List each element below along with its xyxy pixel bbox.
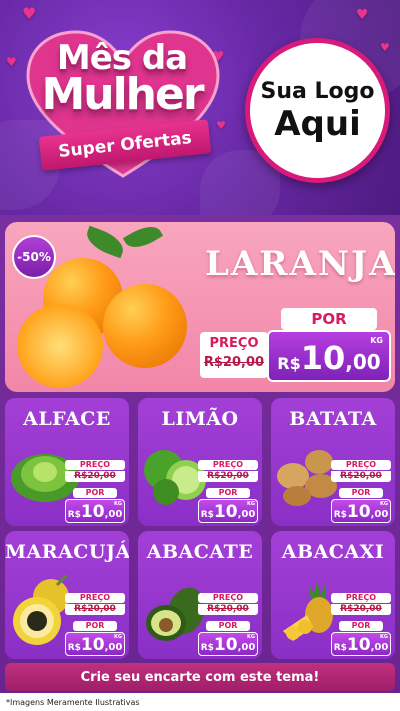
price-unit: KG [370, 336, 383, 345]
orange-half-icon [17, 304, 103, 388]
product-price: R$ 10 ,00 KG [65, 632, 125, 656]
leaf-icon [122, 222, 164, 254]
product-name: ALFACE [23, 408, 111, 430]
price-unit: KG [247, 501, 255, 507]
price-integer: 10 [213, 502, 238, 522]
price-currency: R$ [67, 510, 81, 520]
featured-price: R$ 10 ,00 KG [267, 330, 391, 382]
heart-icon: ♥ [22, 4, 37, 23]
por-label: POR [206, 621, 250, 631]
preco-label: PREÇO [65, 460, 125, 470]
product-name: MARACUJÁ [5, 541, 129, 563]
por-label: POR [206, 488, 250, 498]
price-integer: 10 [346, 635, 371, 655]
price-tags: PREÇO R$20,00 POR R$ 10 ,00 KG [331, 460, 391, 523]
price-currency: R$ [200, 510, 214, 520]
product-card[interactable]: MARACUJÁ PREÇO R$20,00 POR R$ 10 ,00 KG [5, 531, 129, 659]
product-card[interactable]: LIMÃO PREÇO R$20,00 POR R$ 10 ,00 KG [138, 398, 262, 526]
orange-icon [103, 284, 187, 368]
price-integer: 10 [213, 635, 238, 655]
featured-product-card[interactable]: LARANJA PREÇO R$20,00 POR R$ 10 ,00 KG [5, 222, 395, 392]
price-decimal: ,00 [237, 642, 256, 653]
title-line2: Mulher [41, 69, 204, 120]
old-price: R$20,00 [331, 471, 391, 482]
price-decimal: ,00 [104, 642, 123, 653]
preco-label: PREÇO [198, 460, 258, 470]
old-price-tag: PREÇO R$20,00 [200, 332, 268, 378]
por-label: POR [73, 621, 117, 631]
product-price: R$ 10 ,00 KG [331, 632, 391, 656]
price-tags: PREÇO R$20,00 POR R$ 10 ,00 KG [198, 593, 258, 656]
price-tags: PREÇO R$20,00 POR R$ 10 ,00 KG [65, 593, 125, 656]
preco-label: PREÇO [331, 460, 391, 470]
preco-label: PREÇO [65, 593, 125, 603]
price-tags: PREÇO R$20,00 POR R$ 10 ,00 KG [331, 593, 391, 656]
cta-banner[interactable]: Crie seu encarte com este tema! [5, 663, 395, 691]
por-label: POR [281, 308, 377, 330]
preco-label: PREÇO [209, 336, 259, 351]
disclaimer-text: *Imagens Meramente Ilustrativas [6, 697, 140, 707]
price-integer: 10 [346, 502, 371, 522]
heart-icon: ♥ [380, 41, 390, 54]
old-price: R$20,00 [65, 604, 125, 615]
price-currency: R$ [277, 354, 301, 373]
price-currency: R$ [67, 643, 81, 653]
footer-disclaimer: *Imagens Meramente Ilustrativas [0, 693, 400, 711]
product-name: BATATA [289, 408, 377, 430]
price-integer: 10 [300, 339, 346, 377]
logo-placeholder[interactable]: Sua Logo Aqui [245, 38, 390, 183]
price-currency: R$ [200, 643, 214, 653]
old-price: R$20,00 [198, 471, 258, 482]
old-price: R$20,00 [331, 604, 391, 615]
price-unit: KG [380, 634, 388, 640]
product-price: R$ 10 ,00 KG [65, 499, 125, 523]
product-name: LIMÃO [161, 408, 239, 430]
price-decimal: ,00 [370, 509, 389, 520]
logo-line2: Aqui [274, 103, 361, 144]
price-decimal: ,00 [370, 642, 389, 653]
cta-label: Crie seu encarte com este tema! [80, 669, 320, 685]
preco-label: PREÇO [331, 593, 391, 603]
campaign-title: Mês da Mulher [12, 40, 232, 120]
price-tags: PREÇO R$20,00 POR R$ 10 ,00 KG [198, 460, 258, 523]
discount-badge: -50% [12, 235, 56, 279]
leaf-icon [82, 225, 128, 259]
price-unit: KG [114, 634, 122, 640]
product-card[interactable]: ABACAXI PREÇO R$20,00 POR R$ 10 ,00 KG [271, 531, 395, 659]
heart-icon: ♥ [356, 7, 369, 23]
product-card[interactable]: ABACATE PREÇO R$20,00 POR R$ 10 ,00 KG [138, 531, 262, 659]
por-label: POR [339, 488, 383, 498]
price-unit: KG [247, 634, 255, 640]
old-price: R$20,00 [198, 604, 258, 615]
price-tags: PREÇO R$20,00 POR R$ 10 ,00 KG [65, 460, 125, 523]
old-price: R$20,00 [65, 471, 125, 482]
price-currency: R$ [333, 510, 347, 520]
price-integer: 10 [80, 502, 105, 522]
product-card[interactable]: BATATA PREÇO R$20,00 POR R$ 10 ,00 KG [271, 398, 395, 526]
price-decimal: ,00 [345, 350, 381, 374]
old-price: R$20,00 [203, 355, 265, 370]
product-price: R$ 10 ,00 KG [198, 632, 258, 656]
price-currency: R$ [333, 643, 347, 653]
price-unit: KG [380, 501, 388, 507]
product-price: R$ 10 ,00 KG [331, 499, 391, 523]
product-card[interactable]: ALFACE PREÇO R$20,00 POR R$ 10 ,00 KG [5, 398, 129, 526]
product-name: ABACATE [146, 541, 254, 563]
price-decimal: ,00 [104, 509, 123, 520]
price-decimal: ,00 [237, 509, 256, 520]
por-label: POR [339, 621, 383, 631]
product-name: ABACAXI [281, 541, 385, 563]
preco-label: PREÇO [198, 593, 258, 603]
ribbon-label: Super Ofertas [57, 128, 193, 162]
por-label: POR [73, 488, 117, 498]
hero-banner: ♥ ♥ ♥ ♥ ♥ ♥ Mês da Mulher Super Ofertas … [0, 0, 400, 215]
product-price: R$ 10 ,00 KG [198, 499, 258, 523]
logo-line1: Sua Logo [260, 78, 375, 104]
featured-product-name: LARANJA [205, 244, 395, 284]
price-unit: KG [114, 501, 122, 507]
price-integer: 10 [80, 635, 105, 655]
